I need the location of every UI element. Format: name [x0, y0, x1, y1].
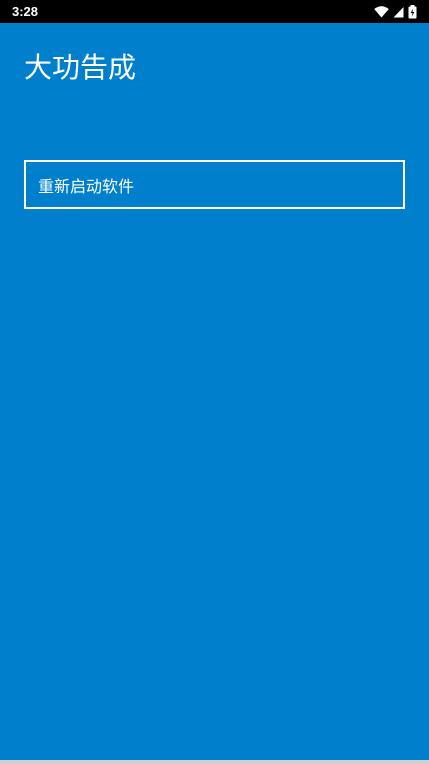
status-bar: 3:28	[0, 0, 429, 23]
main-page: 大功告成 重新启动软件	[0, 23, 429, 764]
status-time: 3:28	[12, 4, 39, 19]
status-icons	[374, 4, 417, 19]
battery-icon	[408, 4, 417, 19]
page-title: 大功告成	[24, 51, 137, 84]
bottom-edge	[0, 760, 429, 764]
restart-software-button[interactable]: 重新启动软件	[24, 160, 405, 209]
signal-icon	[393, 6, 404, 18]
wifi-icon	[374, 5, 389, 18]
